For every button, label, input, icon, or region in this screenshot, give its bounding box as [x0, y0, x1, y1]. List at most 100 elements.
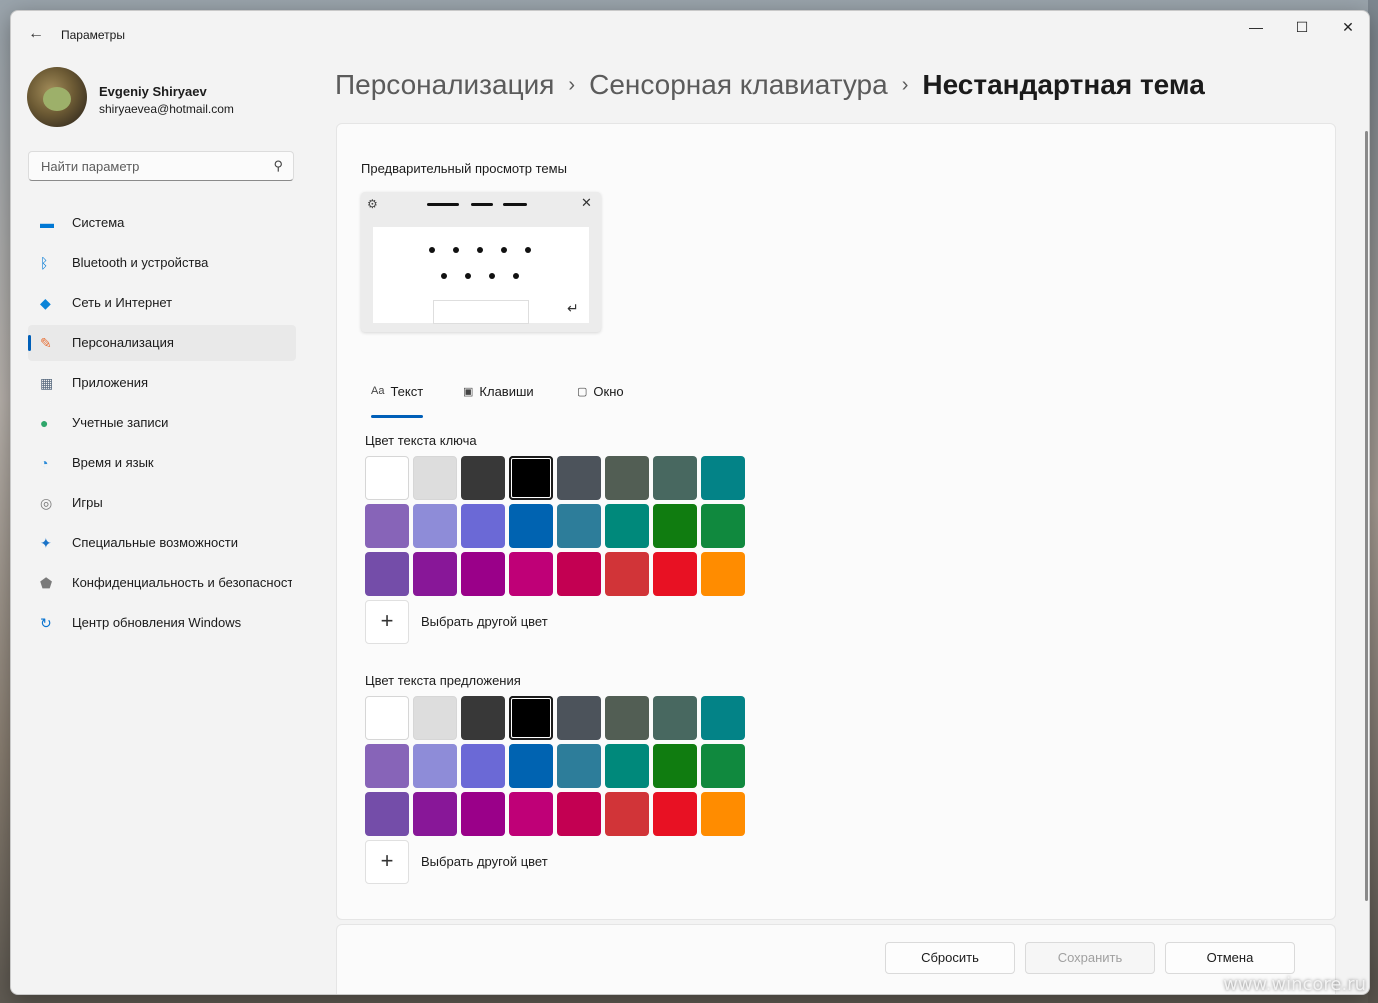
scrollbar[interactable] [1365, 131, 1368, 901]
color-swatch[interactable] [653, 792, 697, 836]
color-swatch[interactable] [365, 744, 409, 788]
color-swatch[interactable] [653, 696, 697, 740]
color-swatch[interactable] [605, 552, 649, 596]
preview-dash [503, 203, 527, 206]
color-swatch[interactable] [605, 744, 649, 788]
sidebar-item-2[interactable]: ◆ Сеть и Интернет [28, 285, 296, 321]
color-swatch[interactable] [365, 792, 409, 836]
search-box[interactable]: ⚲ [28, 151, 294, 181]
tab-text[interactable]: Aa Текст [371, 374, 424, 418]
key-custom-color[interactable]: + Выбрать другой цвет [365, 600, 625, 644]
tab-window-label: Окно [593, 383, 624, 399]
add-color-button[interactable]: + [365, 600, 409, 644]
color-swatch[interactable] [509, 696, 553, 740]
sidebar-item-9[interactable]: ⬟ Конфиденциальность и безопасность [28, 565, 296, 601]
color-swatch[interactable] [413, 456, 457, 500]
reset-button[interactable]: Сбросить [885, 942, 1015, 974]
color-swatch[interactable] [509, 744, 553, 788]
color-swatch[interactable] [701, 504, 745, 548]
minimize-button[interactable]: — [1233, 11, 1279, 43]
color-swatch[interactable] [701, 696, 745, 740]
suggestion-text-color-grid [365, 696, 749, 836]
breadcrumb-personalization[interactable]: Персонализация [335, 69, 554, 100]
time-language-icon: ◔ [40, 455, 49, 471]
color-swatch[interactable] [365, 696, 409, 740]
breadcrumb: Персонализация › Сенсорная клавиатура › Нест… [335, 69, 1205, 101]
app-title: Параметры [61, 28, 125, 42]
add-color-button[interactable]: + [365, 840, 409, 884]
save-button[interactable]: Сохранить [1025, 942, 1155, 974]
sidebar-item-3[interactable]: ✎ Персонализация [28, 325, 296, 361]
tab-keys[interactable]: ▣ Клавиши [463, 374, 534, 408]
color-swatch[interactable] [509, 792, 553, 836]
color-swatch[interactable] [413, 744, 457, 788]
breadcrumb-touch-keyboard[interactable]: Сенсорная клавиатура [589, 69, 888, 100]
color-swatch[interactable] [413, 696, 457, 740]
color-swatch[interactable] [557, 456, 601, 500]
color-swatch[interactable] [509, 504, 553, 548]
color-swatch[interactable] [557, 504, 601, 548]
color-swatch[interactable] [557, 792, 601, 836]
close-button[interactable]: ✕ [1325, 11, 1369, 43]
search-input[interactable] [39, 158, 263, 175]
sidebar-item-label: Время и язык [72, 455, 154, 470]
wifi-icon: ◆ [40, 295, 51, 311]
color-swatch[interactable] [557, 696, 601, 740]
color-swatch[interactable] [365, 504, 409, 548]
color-swatch[interactable] [701, 552, 745, 596]
color-swatch[interactable] [413, 792, 457, 836]
color-swatch[interactable] [653, 456, 697, 500]
maximize-button[interactable]: ☐ [1279, 11, 1325, 43]
keys-icon: ▣ [463, 385, 474, 398]
preview-title: Предварительный просмотр темы [361, 161, 567, 176]
color-swatch[interactable] [701, 744, 745, 788]
sidebar-item-0[interactable]: ▬ Система [28, 205, 296, 241]
color-swatch[interactable] [461, 552, 505, 596]
color-swatch[interactable] [653, 552, 697, 596]
suggestion-custom-color[interactable]: + Выбрать другой цвет [365, 840, 625, 884]
color-swatch[interactable] [605, 456, 649, 500]
color-swatch[interactable] [461, 744, 505, 788]
color-swatch[interactable] [461, 792, 505, 836]
sidebar-item-4[interactable]: ▦ Приложения [28, 365, 296, 401]
pick-color-label[interactable]: Выбрать другой цвет [421, 854, 548, 869]
color-swatch[interactable] [461, 456, 505, 500]
avatar[interactable] [27, 67, 87, 127]
color-swatch[interactable] [461, 696, 505, 740]
shield-icon: ⬟ [40, 575, 53, 591]
color-swatch[interactable] [653, 504, 697, 548]
color-swatch[interactable] [413, 552, 457, 596]
key-text-color-grid [365, 456, 749, 596]
color-swatch[interactable] [557, 552, 601, 596]
sidebar-item-6[interactable]: ◔ Время и язык [28, 445, 296, 481]
sidebar-item-label: Учетные записи [72, 415, 169, 430]
back-arrow-icon[interactable]: ← [23, 23, 49, 45]
color-swatch[interactable] [605, 504, 649, 548]
sidebar-item-10[interactable]: ↻ Центр обновления Windows [28, 605, 296, 641]
tab-window[interactable]: ▢ Окно [577, 374, 624, 408]
color-swatch[interactable] [701, 792, 745, 836]
color-swatch[interactable] [509, 552, 553, 596]
cancel-button[interactable]: Отмена [1165, 942, 1295, 974]
sidebar-item-1[interactable]: ᛒ Bluetooth и устройства [28, 245, 296, 281]
color-swatch[interactable] [365, 456, 409, 500]
color-swatch[interactable] [509, 456, 553, 500]
titlebar: ← Параметры — ☐ ✕ [11, 11, 1369, 57]
tab-bar: Aa Текст ▣ Клавиши ▢ Окно [365, 374, 665, 418]
color-swatch[interactable] [461, 504, 505, 548]
tab-text-label: Текст [390, 383, 424, 399]
color-swatch[interactable] [557, 744, 601, 788]
color-swatch[interactable] [605, 792, 649, 836]
sidebar-item-8[interactable]: ✦ Специальные возможности [28, 525, 296, 561]
pick-color-label[interactable]: Выбрать другой цвет [421, 614, 548, 629]
sidebar-item-5[interactable]: ● Учетные записи [28, 405, 296, 441]
search-icon[interactable]: ⚲ [273, 158, 283, 174]
color-swatch[interactable] [365, 552, 409, 596]
color-swatch[interactable] [653, 744, 697, 788]
color-swatch[interactable] [605, 696, 649, 740]
sidebar-item-7[interactable]: ◎ Игры [28, 485, 296, 521]
color-swatch[interactable] [413, 504, 457, 548]
color-swatch[interactable] [701, 456, 745, 500]
sidebar-nav: ▬ Система ᛒ Bluetooth и устройства ◆ Сеть и И… [28, 205, 296, 645]
sidebar-item-label: Персонализация [72, 335, 174, 350]
